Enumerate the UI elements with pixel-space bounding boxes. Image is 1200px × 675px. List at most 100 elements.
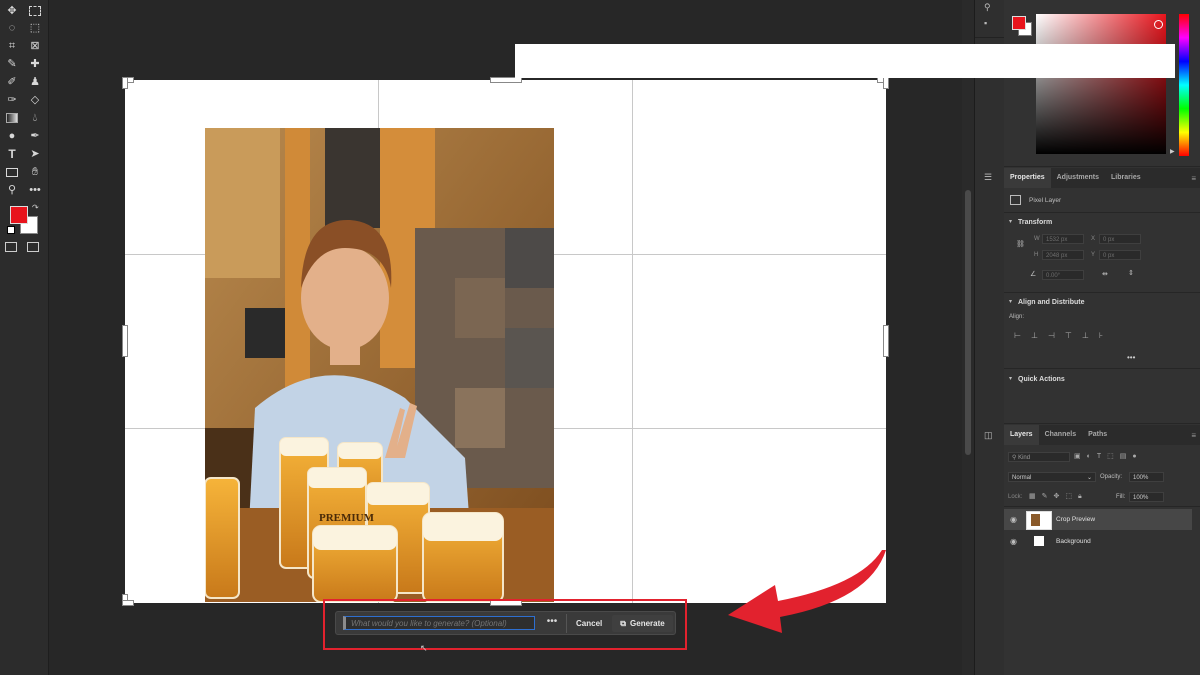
quick-mask-icon[interactable] bbox=[5, 242, 17, 252]
chevron-down-icon[interactable]: ▾ bbox=[1009, 218, 1012, 225]
blur-icon[interactable]: 💧︎ bbox=[27, 111, 43, 125]
crop-handle-right[interactable] bbox=[883, 325, 889, 357]
hand-icon[interactable]: ✋︎ bbox=[27, 165, 43, 179]
comments-icon[interactable]: ▪ bbox=[984, 18, 987, 28]
properties-icon[interactable]: ☰ bbox=[984, 172, 992, 183]
more-tools-icon[interactable]: ••• bbox=[27, 183, 43, 197]
move-icon[interactable]: ✥ bbox=[4, 4, 20, 18]
gradient-icon[interactable] bbox=[4, 111, 20, 125]
tab-properties[interactable]: Properties bbox=[1004, 168, 1051, 188]
brush-icon[interactable]: ✐ bbox=[4, 75, 20, 89]
generate-button[interactable]: ⧉ Generate bbox=[612, 615, 673, 632]
clone-stamp-icon[interactable]: ♟ bbox=[27, 75, 43, 89]
height-field[interactable]: 2048 px bbox=[1042, 250, 1084, 260]
lock-label: Lock: bbox=[1008, 494, 1023, 500]
chevron-down-icon[interactable]: ▾ bbox=[1009, 298, 1012, 305]
generative-fill-bar: ••• Cancel ⧉ Generate bbox=[335, 611, 676, 635]
properties-tabs: Properties Adjustments Libraries ≡ bbox=[1004, 168, 1200, 188]
angle-icon: ∠ bbox=[1030, 271, 1037, 278]
opacity-field[interactable]: 100% bbox=[1129, 472, 1164, 482]
default-colors-icon[interactable] bbox=[7, 226, 15, 234]
layers-icon[interactable]: ◫ bbox=[984, 430, 993, 441]
x-field[interactable]: 0 px bbox=[1099, 234, 1141, 244]
healing-brush-icon[interactable]: ✚ bbox=[27, 57, 43, 71]
panel-menu-icon[interactable]: ≡ bbox=[1191, 431, 1196, 440]
frame-icon[interactable]: ⊠ bbox=[27, 39, 43, 53]
blend-mode-select[interactable]: Normal ⌄ bbox=[1008, 472, 1096, 482]
lasso-icon[interactable]: ◌ bbox=[4, 21, 20, 35]
lock-icons[interactable]: ▦✎✥⬚🔒︎ bbox=[1029, 492, 1088, 501]
quick-actions-title: Quick Actions bbox=[1018, 376, 1065, 383]
more-options-button[interactable]: ••• bbox=[544, 615, 560, 631]
crop-handle-left[interactable] bbox=[122, 325, 128, 357]
type-icon[interactable]: T bbox=[4, 147, 20, 161]
angle-field[interactable]: 0.00° bbox=[1042, 270, 1084, 280]
hue-slider[interactable] bbox=[1179, 14, 1189, 156]
crop-icon[interactable]: ⌗ bbox=[4, 39, 20, 53]
align-label: Align: bbox=[1009, 314, 1025, 320]
cursor-icon: ↖ bbox=[420, 643, 428, 653]
chevron-down-icon: ⌄ bbox=[1086, 475, 1092, 481]
layer-thumbnail bbox=[1034, 536, 1044, 546]
y-field[interactable]: 0 px bbox=[1099, 250, 1141, 260]
fill-field[interactable]: 100% bbox=[1129, 492, 1164, 502]
x-label: X bbox=[1091, 236, 1096, 242]
panel-menu-icon[interactable]: ≡ bbox=[1191, 174, 1196, 183]
align-title: Align and Distribute bbox=[1018, 299, 1085, 306]
layer-kind-filter[interactable]: ⚲ Kind bbox=[1008, 452, 1070, 462]
screen-mode-icon[interactable] bbox=[27, 242, 39, 252]
cancel-button[interactable]: Cancel bbox=[572, 615, 606, 632]
tab-paths[interactable]: Paths bbox=[1082, 425, 1113, 445]
eraser-icon[interactable]: ◇ bbox=[27, 93, 43, 107]
kind-filter-label: Kind bbox=[1018, 455, 1031, 461]
dodge-icon[interactable]: ● bbox=[4, 129, 20, 143]
generate-icon: ⧉ bbox=[620, 619, 627, 628]
generate-prompt-input[interactable] bbox=[343, 616, 535, 630]
opacity-label: Opacity: bbox=[1100, 474, 1123, 480]
marquee-icon[interactable] bbox=[27, 4, 43, 18]
h-label: H bbox=[1034, 252, 1039, 258]
blend-mode-value: Normal bbox=[1012, 475, 1032, 481]
layer-row-crop-preview[interactable]: ◉ Crop Preview bbox=[1004, 509, 1192, 530]
align-buttons-icon[interactable]: ⊢⊥⊣⊤⊥⊦ bbox=[1014, 331, 1113, 340]
history-brush-icon[interactable]: ✑ bbox=[4, 93, 20, 107]
crop-handle-top-left[interactable] bbox=[122, 77, 128, 89]
link-dimensions-icon[interactable]: ⛓ bbox=[1016, 240, 1025, 248]
flip-horizontal-icon[interactable]: ⇹ bbox=[1102, 270, 1108, 278]
foreground-color-swatch[interactable] bbox=[10, 206, 28, 224]
crop-grid-line bbox=[632, 80, 633, 603]
eye-icon[interactable]: ◉ bbox=[1010, 537, 1017, 546]
color-picker-field[interactable] bbox=[1036, 14, 1166, 154]
tab-libraries[interactable]: Libraries bbox=[1105, 168, 1147, 188]
layer-name: Crop Preview bbox=[1056, 516, 1096, 523]
pixel-layer-icon bbox=[1010, 195, 1021, 205]
tools-toolbar: ✥ ◌ ⬚ ⌗ ⊠ ✎ ✚ ✐ ♟ ✑ ◇ 💧︎ ● ✒ T ➤ ✋︎ ⚲ ••… bbox=[0, 0, 49, 675]
photo-man-with-beers-icon: PREMIUM bbox=[205, 128, 554, 602]
transform-title: Transform bbox=[1018, 219, 1053, 226]
flip-vertical-icon[interactable]: ⇕ bbox=[1128, 269, 1134, 277]
width-field[interactable]: 1532 px bbox=[1042, 234, 1084, 244]
eye-icon[interactable]: ◉ bbox=[1010, 515, 1017, 524]
path-select-icon[interactable]: ➤ bbox=[27, 147, 43, 161]
more-align-icon[interactable]: ••• bbox=[1127, 353, 1135, 362]
crop-handle-bottom-left[interactable] bbox=[122, 600, 134, 606]
pen-icon[interactable]: ✒ bbox=[27, 129, 43, 143]
layer-thumbnail bbox=[1026, 511, 1052, 530]
swap-colors-icon[interactable]: ↷ bbox=[32, 203, 39, 212]
tab-layers[interactable]: Layers bbox=[1004, 425, 1039, 445]
layer-filter-icons[interactable]: ▣◐T⬚▤● bbox=[1074, 452, 1143, 460]
canvas-scrollbar-thumb[interactable] bbox=[965, 190, 971, 455]
tab-channels[interactable]: Channels bbox=[1039, 425, 1083, 445]
crop-handle-top-right[interactable] bbox=[883, 77, 889, 89]
color-picker-cursor[interactable] bbox=[1154, 20, 1163, 29]
chevron-down-icon[interactable]: ▾ bbox=[1009, 375, 1012, 382]
rectangle-icon[interactable] bbox=[4, 165, 20, 179]
layer-kind-label: Pixel Layer bbox=[1029, 197, 1062, 204]
color-panel-foreground[interactable] bbox=[1012, 16, 1026, 30]
history-icon[interactable]: ⚲ bbox=[984, 2, 991, 13]
eyedropper-icon[interactable]: ✎ bbox=[4, 57, 20, 71]
layer-row-background[interactable]: ◉ Background bbox=[1004, 531, 1192, 552]
object-select-icon[interactable]: ⬚ bbox=[27, 21, 43, 35]
tab-adjustments[interactable]: Adjustments bbox=[1051, 168, 1105, 188]
zoom-icon[interactable]: ⚲ bbox=[4, 183, 20, 197]
